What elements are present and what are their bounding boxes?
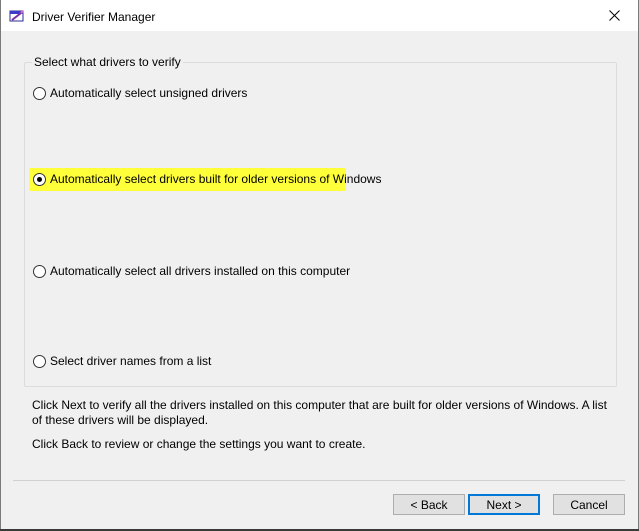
radio-all-installed-drivers[interactable] [33,264,46,278]
back-hint-text: Click Back to review or change the setti… [32,437,366,451]
driver-selection-group [24,62,617,387]
close-icon [609,10,620,21]
option-label: Automatically select drivers built for o… [50,172,382,186]
next-button[interactable]: Next > [468,494,540,515]
group-label: Select what drivers to verify [32,55,183,69]
option-unsigned-drivers[interactable]: Automatically select unsigned drivers [33,84,247,102]
driver-verifier-app-icon [9,9,25,23]
option-older-windows-drivers[interactable]: Automatically select drivers built for o… [33,170,381,188]
option-label: Automatically select all drivers install… [50,264,351,278]
footer-divider [13,480,625,481]
close-button[interactable] [592,0,638,31]
radio-select-from-list[interactable] [33,354,46,368]
option-label: Select driver names from a list [50,354,212,368]
title-bar[interactable]: Driver Verifier Manager [1,0,638,31]
radio-older-windows-drivers[interactable] [33,172,46,186]
driver-verifier-window: Driver Verifier Manager Select what driv… [0,0,639,530]
option-label: Automatically select unsigned drivers [50,86,248,100]
radio-unsigned-drivers[interactable] [33,86,46,100]
window-title: Driver Verifier Manager [32,10,156,24]
back-button[interactable]: < Back [393,494,465,515]
option-all-installed-drivers[interactable]: Automatically select all drivers install… [33,262,350,280]
cancel-button[interactable]: Cancel [553,494,625,515]
option-select-from-list[interactable]: Select driver names from a list [33,352,211,370]
description-text: Click Next to verify all the drivers ins… [32,398,607,427]
